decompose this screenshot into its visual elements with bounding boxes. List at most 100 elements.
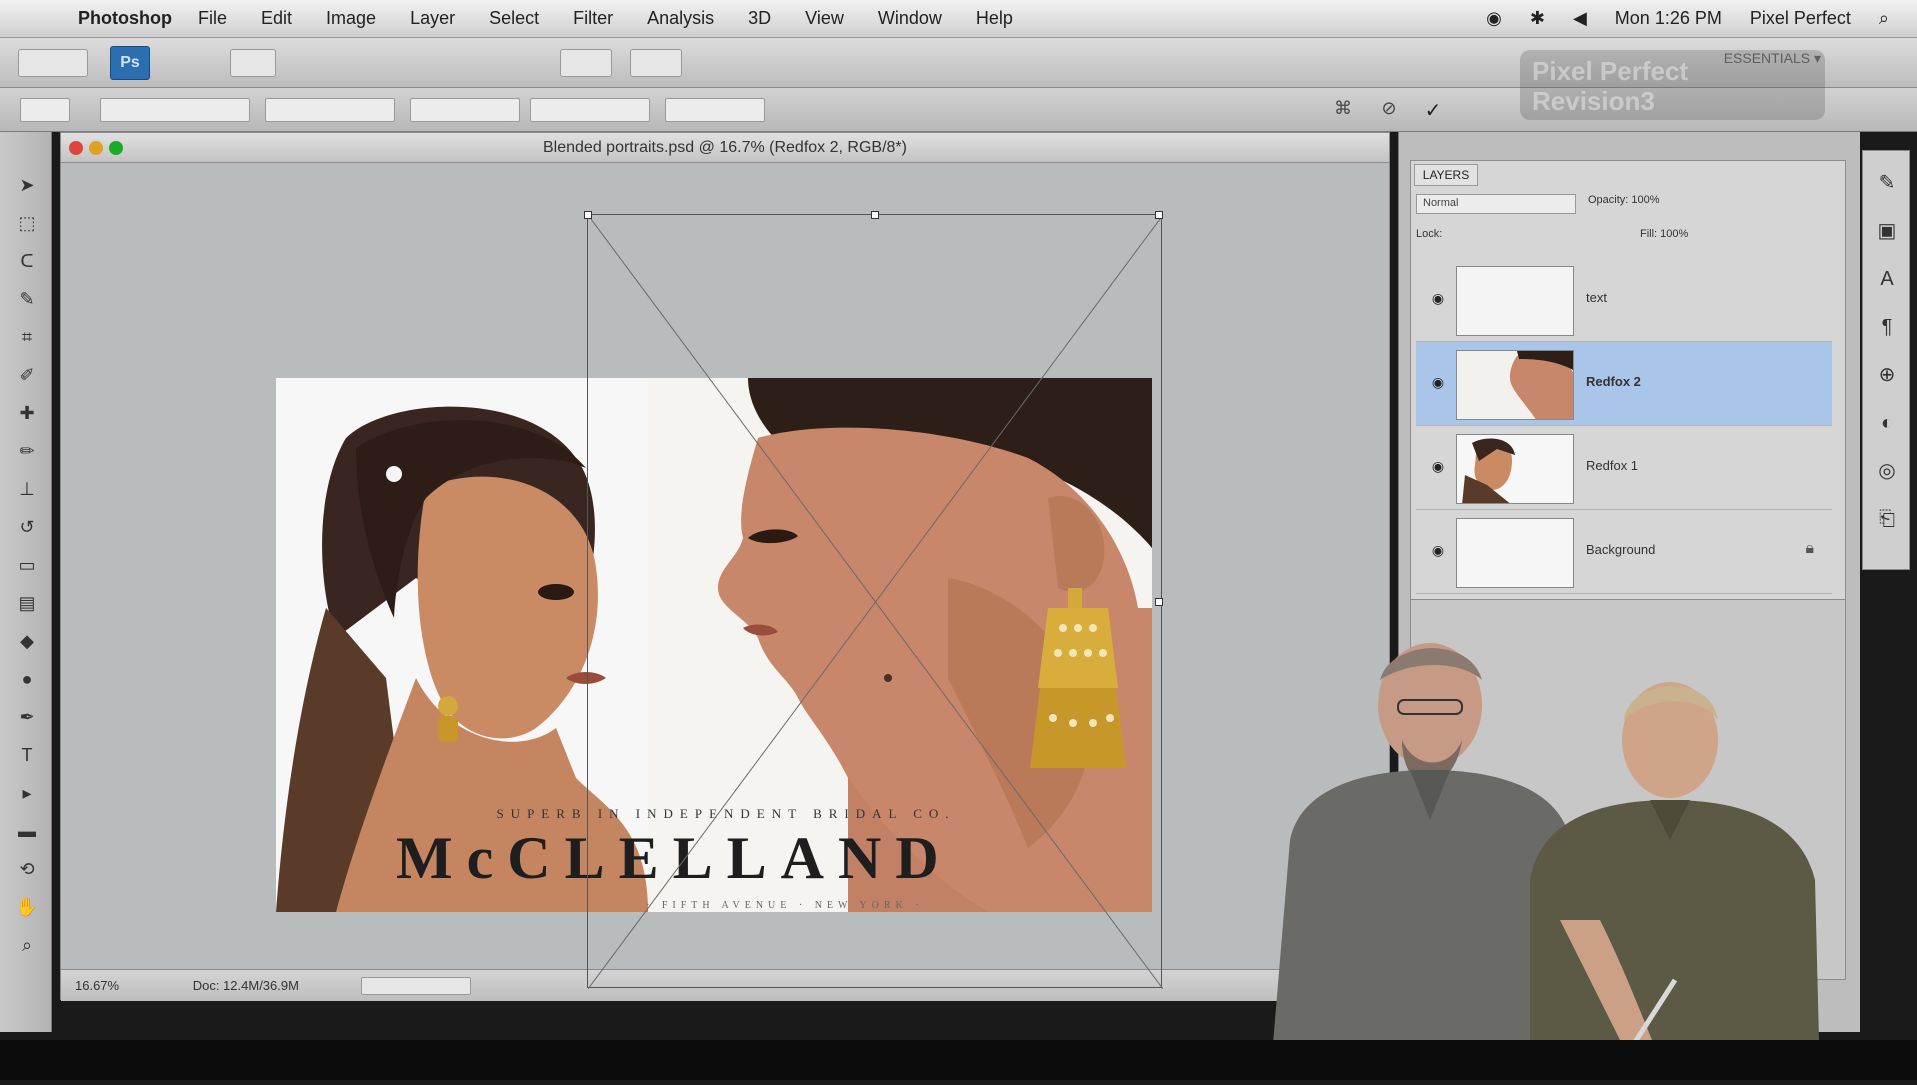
- spotlight-icon[interactable]: ⌕: [1879, 8, 1889, 29]
- menu-file[interactable]: File: [198, 8, 227, 29]
- menu-help[interactable]: Help: [976, 8, 1013, 29]
- transform-handle-top-center[interactable]: [871, 211, 879, 219]
- transform-handle-top-left[interactable]: [584, 211, 592, 219]
- collapsed-panel-strip: ✎ ▣ A ¶ ⊕ ◐ ◎ ⎗: [1862, 150, 1910, 570]
- visibility-eye-icon[interactable]: ◉: [1428, 372, 1448, 392]
- close-window-button[interactable]: [69, 141, 83, 155]
- zoom-window-button[interactable]: [109, 141, 123, 155]
- menu-view[interactable]: View: [805, 8, 844, 29]
- layer-name[interactable]: Redfox 2: [1586, 374, 1641, 389]
- layer-row-selected[interactable]: ◉ Redfox 2: [1416, 342, 1832, 426]
- cancel-transform-icon[interactable]: ⊘: [1376, 98, 1402, 122]
- transform-handle-right-middle[interactable]: [1155, 598, 1163, 606]
- transform-handle-top-right[interactable]: [1155, 211, 1163, 219]
- width-field[interactable]: [530, 98, 650, 122]
- paragraph-panel-icon[interactable]: ¶: [1873, 313, 1901, 341]
- history-brush-icon[interactable]: ↺: [14, 514, 40, 540]
- eraser-tool-icon[interactable]: ▭: [14, 552, 40, 578]
- clock[interactable]: Mon 1:26 PM: [1615, 8, 1722, 29]
- clone-source-icon[interactable]: ▣: [1873, 217, 1901, 245]
- warp-mode-icon[interactable]: ⌘: [1330, 98, 1356, 122]
- layer-row[interactable]: ◉ Background 🔒︎: [1416, 510, 1832, 594]
- visibility-eye-icon[interactable]: ◉: [1428, 540, 1448, 560]
- fill-field[interactable]: Fill: 100%: [1640, 228, 1740, 248]
- minimize-window-button[interactable]: [89, 141, 103, 155]
- blur-tool-icon[interactable]: ◆: [14, 628, 40, 654]
- y-position-field[interactable]: [410, 98, 520, 122]
- arrange-docs-button[interactable]: [560, 49, 612, 77]
- quick-select-tool-icon[interactable]: ✎: [14, 286, 40, 312]
- pen-tool-icon[interactable]: ✒: [14, 704, 40, 730]
- adjustments-icon[interactable]: ◐: [1873, 409, 1901, 437]
- brush-tool-icon[interactable]: ✏: [14, 438, 40, 464]
- screen-bottom-bezel: [0, 1040, 1917, 1080]
- extras-button[interactable]: [630, 49, 682, 77]
- gradient-tool-icon[interactable]: ▤: [14, 590, 40, 616]
- commit-transform-icon[interactable]: ✓: [1420, 98, 1446, 122]
- navigator-icon[interactable]: ⊕: [1873, 361, 1901, 389]
- blend-mode-select[interactable]: Normal: [1416, 194, 1576, 214]
- zoom-level[interactable]: 16.67%: [75, 978, 119, 993]
- menu-edit[interactable]: Edit: [261, 8, 292, 29]
- layer-thumbnail-art: [1457, 351, 1573, 419]
- menu-image[interactable]: Image: [326, 8, 376, 29]
- lock-controls[interactable]: Lock:: [1416, 228, 1586, 248]
- screen-mode-button[interactable]: [230, 49, 276, 77]
- status-scroll[interactable]: [361, 977, 471, 995]
- tool-preset-picker[interactable]: [20, 98, 70, 122]
- show-watermark: Pixel Perfect Revision3: [1520, 50, 1825, 120]
- user-name[interactable]: Pixel Perfect: [1750, 8, 1851, 29]
- eyedropper-tool-icon[interactable]: ✐: [14, 362, 40, 388]
- watermark-line1: Pixel Perfect: [1532, 56, 1689, 86]
- visibility-eye-icon[interactable]: ◉: [1428, 288, 1448, 308]
- document-title: Blended portraits.psd @ 16.7% (Redfox 2,…: [543, 139, 907, 156]
- layer-thumbnail: [1456, 518, 1574, 588]
- shape-tool-icon[interactable]: ▬: [14, 818, 40, 844]
- menu-select[interactable]: Select: [489, 8, 539, 29]
- masks-icon[interactable]: ◎: [1873, 457, 1901, 485]
- zoom-tool-icon[interactable]: ⌕: [14, 932, 40, 958]
- x-position-field[interactable]: [265, 98, 395, 122]
- marquee-tool-icon[interactable]: ⬚: [14, 210, 40, 236]
- doc-info[interactable]: Doc: 12.4M/36.9M: [193, 978, 299, 993]
- document-title-bar[interactable]: Blended portraits.psd @ 16.7% (Redfox 2,…: [61, 133, 1389, 163]
- brush-panel-icon[interactable]: ✎: [1873, 169, 1901, 197]
- layer-name[interactable]: Redfox 1: [1586, 458, 1638, 473]
- layer-name[interactable]: text: [1586, 290, 1607, 305]
- layer-row[interactable]: ◉ Redfox 1: [1416, 426, 1832, 510]
- clone-stamp-icon[interactable]: ⊥: [14, 476, 40, 502]
- rotate-field[interactable]: [665, 98, 765, 122]
- hand-tool-icon[interactable]: ✋: [14, 894, 40, 920]
- path-select-tool-icon[interactable]: ▸: [14, 780, 40, 806]
- menu-3d[interactable]: 3D: [748, 8, 771, 29]
- opacity-field[interactable]: Opacity: 100%: [1588, 194, 1738, 214]
- dodge-tool-icon[interactable]: ●: [14, 666, 40, 692]
- volume-icon[interactable]: ◀: [1573, 8, 1587, 29]
- lasso-tool-icon[interactable]: ᑕ: [14, 248, 40, 274]
- move-tool-icon[interactable]: ➤: [14, 172, 40, 198]
- visibility-eye-icon[interactable]: ◉: [1428, 456, 1448, 476]
- menu-analysis[interactable]: Analysis: [647, 8, 714, 29]
- 3d-rotate-tool-icon[interactable]: ⟲: [14, 856, 40, 882]
- history-icon[interactable]: ⎗: [1873, 505, 1901, 533]
- menu-filter[interactable]: Filter: [573, 8, 613, 29]
- tools-panel: ➤ ⬚ ᑕ ✎ ⌗ ✐ ✚ ✏ ⊥ ↺ ▭ ▤ ◆ ● ✒ T ▸ ▬ ⟲ ✋ …: [0, 132, 52, 1074]
- nav-buttons[interactable]: [18, 49, 88, 77]
- bluetooth-icon[interactable]: ✱: [1530, 8, 1545, 29]
- type-tool-icon[interactable]: T: [14, 742, 40, 768]
- layers-tab[interactable]: LAYERS: [1414, 164, 1478, 186]
- status-icon[interactable]: ◉: [1486, 8, 1502, 29]
- menu-window[interactable]: Window: [878, 8, 942, 29]
- crop-tool-icon[interactable]: ⌗: [14, 324, 40, 350]
- menu-app-name[interactable]: Photoshop: [78, 8, 172, 29]
- reference-point-field[interactable]: [100, 98, 250, 122]
- free-transform-box[interactable]: [584, 211, 1163, 989]
- layer-name[interactable]: Background: [1586, 542, 1655, 557]
- layer-thumbnail: [1456, 350, 1574, 420]
- layer-thumbnail: [1456, 434, 1574, 504]
- layer-row[interactable]: ◉ text: [1416, 258, 1832, 342]
- character-panel-icon[interactable]: A: [1873, 265, 1901, 293]
- layer-thumbnail: [1456, 266, 1574, 336]
- healing-brush-icon[interactable]: ✚: [14, 400, 40, 426]
- menu-layer[interactable]: Layer: [410, 8, 455, 29]
